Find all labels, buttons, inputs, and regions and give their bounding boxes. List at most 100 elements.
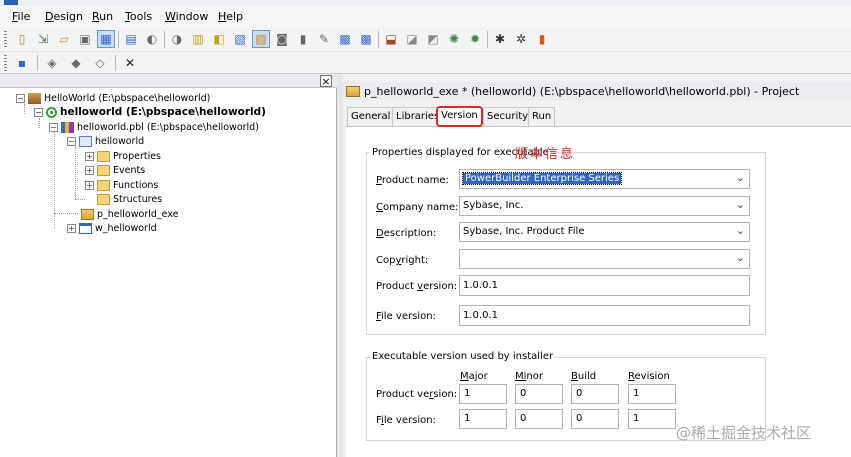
product-major-input[interactable]: 1 [459, 384, 507, 404]
field-value: 1 [633, 413, 640, 424]
field-value: 0 [576, 413, 583, 424]
file-minor-input[interactable]: 0 [515, 409, 563, 429]
menu-file[interactable]: File [12, 10, 30, 23]
tab-run[interactable]: Run [528, 107, 556, 126]
product-version-value: 1.0.0.1 [463, 280, 498, 291]
export-icon[interactable]: ◇ [91, 54, 109, 72]
menu-help[interactable]: Help [218, 10, 243, 23]
workspace-icon [28, 92, 41, 104]
close-pane-button[interactable]: × [320, 75, 332, 87]
expand-toggle[interactable]: + [85, 165, 94, 175]
tree-item-functions[interactable]: + Functions [85, 178, 158, 192]
menu-run[interactable]: Run [92, 10, 113, 23]
tab-general[interactable]: General [347, 107, 395, 126]
tree-item-properties[interactable]: + Properties [85, 149, 161, 163]
inherit-icon[interactable]: ⇲ [34, 30, 52, 48]
file-revision-input[interactable]: 1 [628, 409, 676, 429]
tree-item-window[interactable]: + w_helloworld [67, 221, 157, 235]
folder-icon [97, 193, 110, 205]
preview-icon[interactable]: ▣ [76, 30, 94, 48]
menu-run-label: un [99, 10, 114, 23]
tree-item-workspace[interactable]: − HelloWorld (E:\pbspace\helloworld) [16, 91, 210, 105]
build-icon[interactable]: ▩ [336, 30, 354, 48]
menu-help-label: elp [226, 10, 244, 23]
script-icon[interactable]: ▥ [189, 30, 207, 48]
expand-toggle[interactable]: + [67, 223, 76, 233]
folder-icon [97, 150, 110, 162]
tree-guide [24, 104, 25, 114]
import-icon[interactable]: ◆ [67, 54, 85, 72]
edit-icon[interactable]: ✎ [315, 30, 333, 48]
product-version-input[interactable]: 1.0.0.1 [459, 275, 750, 296]
folder-icon [97, 164, 110, 176]
description-value: Sybase, Inc. Product File [463, 226, 585, 237]
profile-icon[interactable]: ✹ [466, 30, 484, 48]
collapse-toggle[interactable]: − [34, 107, 43, 117]
toolbar-grip[interactable] [4, 31, 7, 48]
product-name-combo[interactable]: PowerBuilder Enterprise Series ⌄ [459, 169, 750, 189]
tree-item-label: Functions [113, 179, 159, 191]
tree-guide [54, 132, 55, 229]
expand-toggle[interactable]: + [85, 180, 94, 190]
forward-icon[interactable]: ◑ [168, 30, 186, 48]
product-minor-input[interactable]: 0 [515, 384, 563, 404]
description-combo[interactable]: Sybase, Inc. Product File ⌄ [459, 222, 750, 242]
tree-item-application[interactable]: − helloworld [67, 134, 144, 148]
tree-item-structures[interactable]: Structures [97, 192, 162, 206]
installer-file-version-label: File version: [376, 415, 436, 426]
run-icon[interactable]: ✱ [491, 30, 509, 48]
deploy-icon[interactable]: ▩ [357, 30, 375, 48]
bug-icon[interactable]: ✺ [445, 30, 463, 48]
close-icon[interactable]: ✕ [121, 54, 139, 72]
layout-icon[interactable]: ◪ [403, 30, 421, 48]
tree-item-target[interactable]: − helloworld (E:\pbspace\helloworld) [34, 105, 266, 119]
datawindow-icon[interactable]: ▨ [252, 30, 270, 48]
file-major-input[interactable]: 1 [459, 409, 507, 429]
menu-window[interactable]: Window [165, 10, 208, 23]
chevron-down-icon[interactable]: ⌄ [736, 224, 745, 237]
tab-version[interactable]: Version [436, 106, 483, 127]
component-icon[interactable]: ◩ [424, 30, 442, 48]
file-version-value: 1.0.0.1 [463, 310, 498, 321]
expand-toggle[interactable]: + [85, 151, 94, 161]
watermark-text: @稀土掘金技术社区 [676, 424, 812, 442]
system-tree-icon[interactable]: ▤ [122, 30, 140, 48]
collapse-toggle[interactable]: − [49, 122, 58, 132]
collapse-toggle[interactable]: − [67, 136, 76, 146]
open-icon[interactable]: ▱ [55, 30, 73, 48]
toolbar-grip[interactable] [4, 55, 7, 71]
library-painter-icon[interactable]: ▦ [97, 30, 115, 48]
menu-tools[interactable]: Tools [125, 10, 152, 23]
menu-design-label: esign [53, 10, 83, 23]
collapse-toggle[interactable]: − [16, 93, 25, 103]
chevron-down-icon[interactable]: ⌄ [736, 198, 745, 211]
debug-icon[interactable]: ⬓ [382, 30, 400, 48]
red-annotation: 版本信息 [515, 147, 576, 162]
file-version-input[interactable]: 1.0.0.1 [459, 305, 750, 326]
database-icon[interactable]: ◙ [273, 30, 291, 48]
select-run-icon[interactable]: ✲ [512, 30, 530, 48]
product-build-input[interactable]: 0 [571, 384, 619, 404]
tab-label: General [351, 111, 391, 122]
project-icon [81, 208, 94, 220]
menu-design[interactable]: Design [45, 10, 83, 23]
file-build-input[interactable]: 0 [571, 409, 619, 429]
tab-security[interactable]: Security [483, 107, 533, 126]
properties-icon[interactable]: ▧ [231, 30, 249, 48]
tree-item-events[interactable]: + Events [85, 163, 145, 177]
company-name-combo[interactable]: Sybase, Inc. ⌄ [459, 196, 750, 216]
cut-object-icon[interactable]: ◈ [43, 54, 61, 72]
product-revision-input[interactable]: 1 [628, 384, 676, 404]
chevron-down-icon[interactable]: ⌄ [736, 171, 745, 184]
tree-item-project[interactable]: p_helloworld_exe [81, 207, 179, 221]
chevron-down-icon[interactable]: ⌄ [736, 251, 745, 264]
save-icon[interactable]: ▪ [13, 54, 31, 72]
new-icon[interactable]: ▯ [13, 30, 31, 48]
object-icon[interactable]: ◧ [210, 30, 228, 48]
tree-item-library[interactable]: − helloworld.pbl (E:\pbspace\helloworld) [49, 120, 259, 134]
copyright-combo[interactable]: ⌄ [459, 249, 750, 269]
document-icon[interactable]: ▮ [294, 30, 312, 48]
field-value: 1 [633, 388, 640, 399]
back-icon[interactable]: ◐ [143, 30, 161, 48]
exit-icon[interactable]: ▮ [533, 30, 551, 48]
